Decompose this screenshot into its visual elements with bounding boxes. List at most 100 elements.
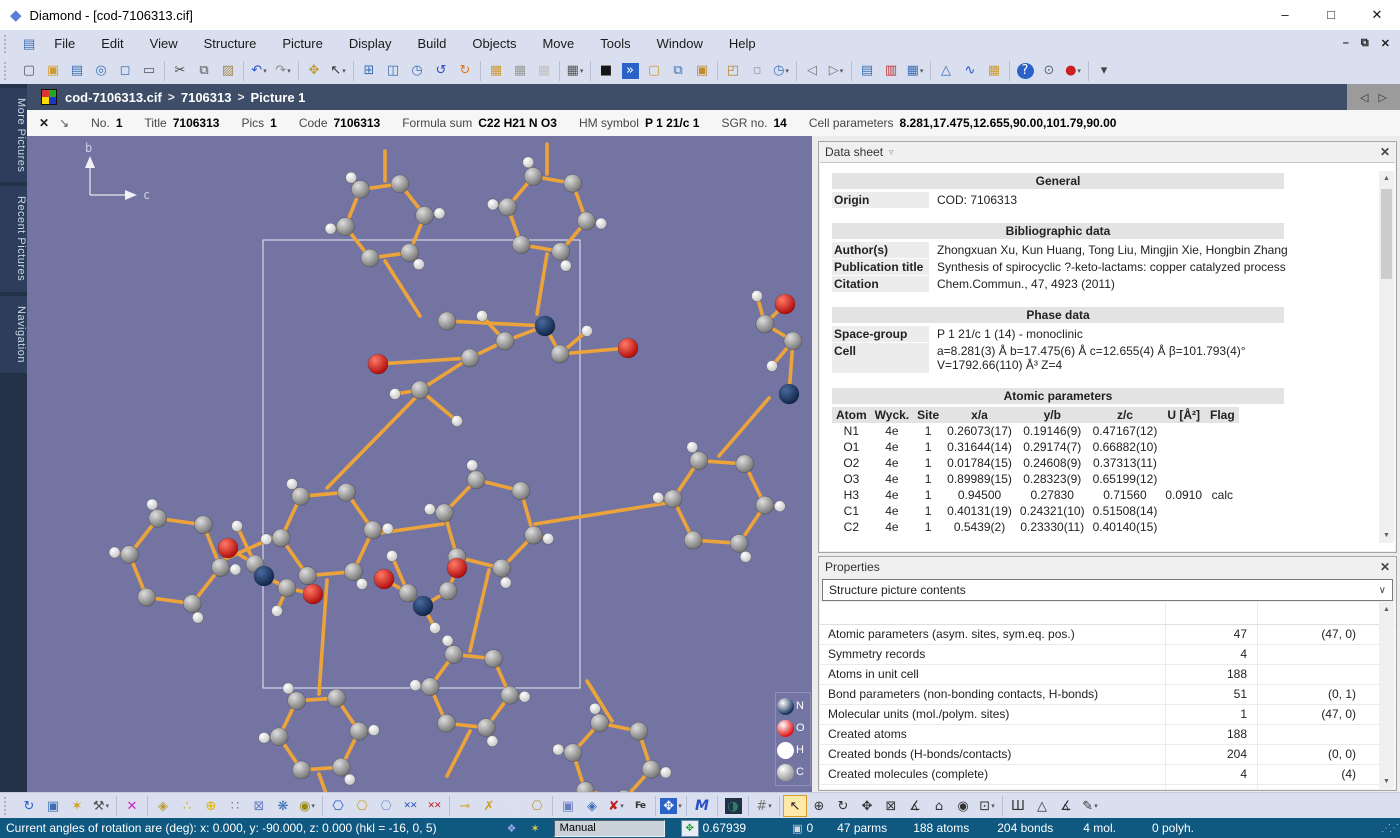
copy-icon[interactable]: ⧉ [192, 60, 216, 82]
dropdown-arrow-icon[interactable]: ▾ [840, 67, 844, 75]
scroll-up-icon[interactable]: ▲ [1379, 171, 1394, 186]
cluster-icon[interactable]: ❋ [271, 795, 295, 817]
dropdown-arrow-icon[interactable]: ▾ [1077, 67, 1081, 75]
copy-picture-icon[interactable]: ⧉ [666, 60, 690, 82]
dropdown-arrow-icon[interactable]: ▾ [920, 67, 924, 75]
measure-distance-icon[interactable]: Ш [1006, 795, 1030, 817]
atom-connect-icon[interactable]: ∷ [223, 795, 247, 817]
dropdown-arrow-icon[interactable]: ▾ [620, 802, 624, 810]
break-bond-icon[interactable]: ✗ [477, 795, 501, 817]
export-picture-icon[interactable]: ◰ [721, 60, 745, 82]
document-icon[interactable]: ▤ [23, 36, 35, 52]
step-mode-icon[interactable]: ⊡▾ [975, 795, 999, 817]
more-tools-icon[interactable]: ▾ [1092, 60, 1116, 82]
rotate-xy-icon[interactable]: ⊕ [807, 795, 831, 817]
menu-file[interactable]: File [41, 31, 88, 57]
breadcrumb-part[interactable]: 7106313 [181, 90, 232, 105]
add-atom-group-icon[interactable]: ∴ [175, 795, 199, 817]
help-icon[interactable]: ? [1013, 60, 1037, 82]
dropdown-arrow-icon[interactable]: ▾ [785, 67, 789, 75]
data-sheet-scrollbar[interactable]: ▲ ▼ [1379, 171, 1394, 543]
properties-close-icon[interactable]: ✕ [1380, 560, 1390, 574]
add-atom-icon[interactable]: ⊕ [199, 795, 223, 817]
previous-picture-icon[interactable]: ◁ [800, 60, 824, 82]
measure-properties-icon[interactable]: ✎▾ [1078, 795, 1102, 817]
dropdown-arrow-icon[interactable]: ▾ [106, 802, 110, 810]
info-close-icon[interactable]: ✕ [39, 116, 49, 130]
pan-mode-icon[interactable]: ✥ [302, 60, 326, 82]
top-view-icon[interactable]: ⌂ [927, 795, 951, 817]
menu-build[interactable]: Build [404, 31, 459, 57]
info-dock-icon[interactable]: ↘ [59, 116, 69, 130]
next-picture-icon[interactable]: ▷▾ [824, 60, 848, 82]
undo-icon[interactable]: ↶▾ [247, 60, 271, 82]
menu-tools[interactable]: Tools [587, 31, 643, 57]
ring-search-white-icon[interactable]: ⎔ [501, 795, 525, 817]
ring-search-yellow-icon[interactable]: ⎔ [525, 795, 549, 817]
wand-status-icon[interactable]: ✶ [530, 822, 539, 835]
dropdown-arrow-icon[interactable]: ▾ [768, 802, 772, 810]
refresh-picture-icon[interactable]: ↻ [17, 795, 41, 817]
resize-grip[interactable]: ⋰⋰ [1381, 823, 1397, 834]
recent-history-icon[interactable]: ◷▾ [769, 60, 793, 82]
unit-cell-icon[interactable]: ▣ [556, 795, 580, 817]
fill-cell-icon[interactable]: ⊠ [247, 795, 271, 817]
dropdown-arrow-icon[interactable]: ▾ [311, 802, 315, 810]
delete-objects-icon[interactable]: ✘▾ [604, 795, 628, 817]
close-button[interactable]: ✕ [1354, 0, 1400, 30]
iron-bond-icon[interactable]: Fe [628, 795, 652, 817]
property-row[interactable]: Atoms in unit cell188 [820, 665, 1395, 685]
picture-thumbnail-icon[interactable]: ▫ [745, 60, 769, 82]
tree-view-icon[interactable]: ⊞ [357, 60, 381, 82]
next-arrow-icon[interactable]: ▷ [1379, 91, 1387, 104]
select-mode-icon[interactable]: ↖▾ [326, 60, 350, 82]
property-row[interactable]: Molecular units (mol./polym. sites)1(47,… [820, 705, 1395, 725]
record-video-icon[interactable]: ●▾ [1061, 60, 1085, 82]
measure-triangle-icon[interactable]: △ [1030, 795, 1054, 817]
scroll-down-icon[interactable]: ▼ [1379, 528, 1394, 543]
menu-move[interactable]: Move [529, 31, 587, 57]
angle-diagram-icon[interactable]: △ [934, 60, 958, 82]
mdi-minimize-button[interactable]: – [1343, 37, 1349, 50]
property-table-icon[interactable]: ▦ [982, 60, 1006, 82]
previous-arrow-icon[interactable]: ◁ [1360, 91, 1368, 104]
render-mode-icon[interactable]: ◑ [721, 795, 745, 817]
polyhedron-blue-icon[interactable]: ⎔ [326, 795, 350, 817]
toolbar-grip[interactable] [4, 35, 11, 53]
scale-view-icon[interactable]: ⊠ [879, 795, 903, 817]
rotate-z-icon[interactable]: ↻ [831, 795, 855, 817]
photo-camera-icon[interactable]: ⊙ [1037, 60, 1061, 82]
list-view-icon[interactable]: ▤ [855, 60, 879, 82]
dropdown-arrow-icon[interactable]: ▾ [263, 67, 267, 75]
destroy-icon[interactable]: ✕ [120, 795, 144, 817]
data-sheet-titlebar[interactable]: Data sheet ▿ ✕ [819, 142, 1396, 162]
menu-edit[interactable]: Edit [88, 31, 136, 57]
maximize-button[interactable]: □ [1308, 0, 1354, 30]
scroll-down-icon[interactable]: ▼ [1379, 774, 1394, 789]
menu-help[interactable]: Help [716, 31, 769, 57]
property-row[interactable]: Symmetry records4 [820, 645, 1395, 665]
insert-picture-icon[interactable]: ▣ [690, 60, 714, 82]
grid-overlay-icon[interactable]: #▾ [752, 795, 776, 817]
paste-icon[interactable]: ▨ [216, 60, 240, 82]
dropdown-arrow-icon[interactable]: ▾ [342, 67, 346, 75]
clock-window-icon[interactable]: ◷ [405, 60, 429, 82]
find-icon[interactable]: ◎ [89, 60, 113, 82]
property-row[interactable]: Bond parameters (non-bonding contacts, H… [820, 685, 1395, 705]
dropdown-arrow-icon[interactable]: ▾ [991, 802, 995, 810]
select-arrow-icon[interactable]: ↖ [783, 795, 807, 817]
create-bond-icon[interactable]: ⊸ [453, 795, 477, 817]
menu-view[interactable]: View [137, 31, 191, 57]
molecule-labels-icon[interactable]: M [690, 795, 714, 817]
minimize-button[interactable]: – [1262, 0, 1308, 30]
properties-selector[interactable]: Structure picture contents ∨ [822, 579, 1393, 601]
dropdown-arrow-icon[interactable]: ▾ [678, 802, 682, 810]
save-file-icon[interactable]: ▤ [65, 60, 89, 82]
cut-icon[interactable]: ✂ [168, 60, 192, 82]
data-table-icon[interactable]: ▦▾ [903, 60, 927, 82]
distance-list-icon[interactable]: ▥ [879, 60, 903, 82]
menu-display[interactable]: Display [336, 31, 405, 57]
translate-view-icon[interactable]: ✥ [855, 795, 879, 817]
blank-picture-icon[interactable]: ■ [594, 60, 618, 82]
menu-structure[interactable]: Structure [191, 31, 270, 57]
